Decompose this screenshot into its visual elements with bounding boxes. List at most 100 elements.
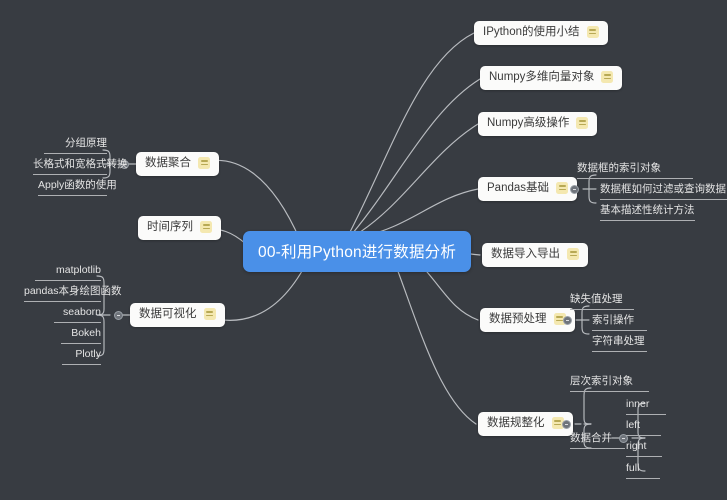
note-icon[interactable] bbox=[203, 308, 216, 321]
collapse-toggle-icon[interactable] bbox=[563, 316, 572, 325]
note-icon[interactable] bbox=[567, 248, 579, 261]
mindmap-canvas: 00-利用Python进行数据分析 IPython的使用小结 Numpy多维向量… bbox=[0, 0, 727, 500]
subnode-underline bbox=[626, 435, 661, 437]
subnode-apply-function-label: Apply函数的使用 bbox=[38, 179, 117, 191]
subnode-plotly[interactable]: Plotly bbox=[62, 348, 101, 366]
subnode-plotly-label: Plotly bbox=[75, 348, 101, 360]
subnode-pandas-stats[interactable]: 基本描述性统计方法 bbox=[600, 204, 695, 222]
subnode-underline bbox=[592, 351, 647, 353]
note-icon[interactable] bbox=[556, 182, 569, 195]
subnode-group-principle[interactable]: 分组原理 bbox=[44, 137, 107, 155]
subnode-pandas-plot-label: pandas本身绘图函数 bbox=[24, 285, 122, 297]
subnode-pandas-plot[interactable]: pandas本身绘图函数 bbox=[24, 285, 121, 303]
subnode-pandas-stats-label: 基本描述性统计方法 bbox=[600, 204, 695, 216]
subnode-underline bbox=[592, 330, 647, 332]
node-preprocess[interactable]: 数据预处理 bbox=[480, 308, 575, 332]
bracket-preprocess bbox=[581, 305, 590, 335]
subnode-underline bbox=[600, 199, 727, 201]
subnode-underline bbox=[570, 448, 625, 450]
node-numpy-vector-label: Numpy多维向量对象 bbox=[489, 71, 595, 83]
subnode-matplotlib-label: matplotlib bbox=[56, 264, 101, 276]
note-icon[interactable] bbox=[200, 221, 212, 234]
bracket-pandas bbox=[588, 174, 597, 204]
collapse-toggle-icon[interactable] bbox=[562, 420, 571, 429]
note-icon[interactable] bbox=[601, 71, 614, 84]
subnode-join-right[interactable]: right bbox=[626, 440, 662, 458]
node-preprocess-label: 数据预处理 bbox=[489, 313, 547, 325]
subnode-pandas-index-label: 数据框的索引对象 bbox=[577, 162, 661, 174]
link-root-ipython bbox=[349, 32, 475, 233]
subnode-underline bbox=[54, 322, 101, 324]
node-reshape[interactable]: 数据规整化 bbox=[478, 412, 573, 436]
node-visualization-label: 数据可视化 bbox=[139, 308, 197, 320]
root-node-label: 00-利用Python进行数据分析 bbox=[258, 244, 457, 261]
subnode-index-ops[interactable]: 索引操作 bbox=[592, 314, 647, 332]
node-pandas-basic[interactable]: Pandas基础 bbox=[478, 177, 578, 201]
subnode-index-ops-label: 索引操作 bbox=[592, 314, 634, 326]
node-data-io-label: 数据导入导出 bbox=[491, 248, 560, 260]
subnode-pandas-filter[interactable]: 数据框如何过滤或查询数据 bbox=[600, 183, 727, 201]
subnode-group-principle-label: 分组原理 bbox=[65, 137, 107, 149]
subnode-bokeh[interactable]: Bokeh bbox=[61, 327, 101, 345]
note-icon[interactable] bbox=[586, 26, 599, 39]
collapse-toggle-icon[interactable] bbox=[570, 185, 579, 194]
subnode-join-full[interactable]: full bbox=[626, 462, 660, 480]
subnode-underline bbox=[24, 301, 101, 303]
note-icon[interactable] bbox=[198, 157, 210, 170]
node-numpy-advanced[interactable]: Numpy高级操作 bbox=[478, 112, 598, 136]
link-root-numpy-vector bbox=[351, 78, 481, 235]
subnode-long-wide-format[interactable]: 长格式和宽格式转换 bbox=[33, 158, 128, 176]
subnode-data-merge-label: 数据合并 bbox=[570, 432, 612, 444]
node-ipython-label: IPython的使用小结 bbox=[483, 26, 580, 38]
link-root-numpy-advanced bbox=[353, 123, 479, 237]
subnode-pandas-index[interactable]: 数据框的索引对象 bbox=[577, 162, 693, 180]
subnode-matplotlib[interactable]: matplotlib bbox=[35, 264, 101, 282]
subnode-missing-values[interactable]: 缺失值处理 bbox=[570, 293, 634, 311]
subnode-underline bbox=[626, 414, 666, 416]
subnode-seaborn-label: seaborn bbox=[63, 306, 101, 318]
root-node[interactable]: 00-利用Python进行数据分析 bbox=[243, 231, 472, 272]
subnode-hierarchical-index-label: 层次索引对象 bbox=[570, 375, 633, 387]
subnode-hierarchical-index[interactable]: 层次索引对象 bbox=[570, 375, 649, 393]
node-reshape-label: 数据规整化 bbox=[487, 417, 545, 429]
subnode-join-left-label: left bbox=[626, 419, 641, 431]
link-root-preprocess bbox=[419, 263, 479, 321]
subnode-data-merge[interactable]: 数据合并 bbox=[570, 432, 625, 450]
subnode-join-right-label: right bbox=[626, 440, 647, 452]
subnode-string-ops-label: 字符串处理 bbox=[592, 335, 645, 347]
subnode-join-left[interactable]: left bbox=[626, 419, 661, 437]
subnode-join-full-label: full bbox=[626, 462, 640, 474]
node-aggregation[interactable]: 数据聚合 bbox=[136, 152, 219, 176]
node-timeseries-label: 时间序列 bbox=[147, 221, 193, 233]
subnode-underline bbox=[626, 456, 662, 458]
node-numpy-vector[interactable]: Numpy多维向量对象 bbox=[480, 66, 623, 90]
subnode-bokeh-label: Bokeh bbox=[71, 327, 101, 339]
note-icon[interactable] bbox=[576, 117, 589, 130]
node-data-io[interactable]: 数据导入导出 bbox=[482, 243, 588, 267]
subnode-underline bbox=[38, 195, 107, 197]
subnode-underline bbox=[577, 178, 693, 180]
node-pandas-basic-label: Pandas基础 bbox=[487, 182, 550, 194]
subnode-seaborn[interactable]: seaborn bbox=[54, 306, 101, 324]
subnode-underline bbox=[61, 343, 101, 345]
subnode-pandas-filter-label: 数据框如何过滤或查询数据 bbox=[600, 183, 726, 195]
subnode-underline bbox=[626, 478, 660, 480]
subnode-underline bbox=[570, 391, 649, 393]
subnode-string-ops[interactable]: 字符串处理 bbox=[592, 335, 647, 353]
subnode-underline bbox=[33, 174, 107, 176]
node-numpy-advanced-label: Numpy高级操作 bbox=[487, 117, 570, 129]
subnode-underline bbox=[600, 220, 695, 222]
subnode-underline bbox=[44, 153, 107, 155]
subnode-underline bbox=[62, 364, 101, 366]
collapse-toggle-icon[interactable] bbox=[114, 311, 123, 320]
node-ipython[interactable]: IPython的使用小结 bbox=[474, 21, 608, 45]
subnode-join-inner[interactable]: inner bbox=[626, 398, 666, 416]
subnode-underline bbox=[570, 309, 634, 311]
subnode-missing-values-label: 缺失值处理 bbox=[570, 293, 623, 305]
subnode-apply-function[interactable]: Apply函数的使用 bbox=[38, 179, 117, 197]
subnode-join-inner-label: inner bbox=[626, 398, 650, 410]
link-root-reshape bbox=[395, 265, 477, 425]
node-aggregation-label: 数据聚合 bbox=[145, 157, 191, 169]
node-visualization[interactable]: 数据可视化 bbox=[130, 303, 225, 327]
node-timeseries[interactable]: 时间序列 bbox=[138, 216, 221, 240]
